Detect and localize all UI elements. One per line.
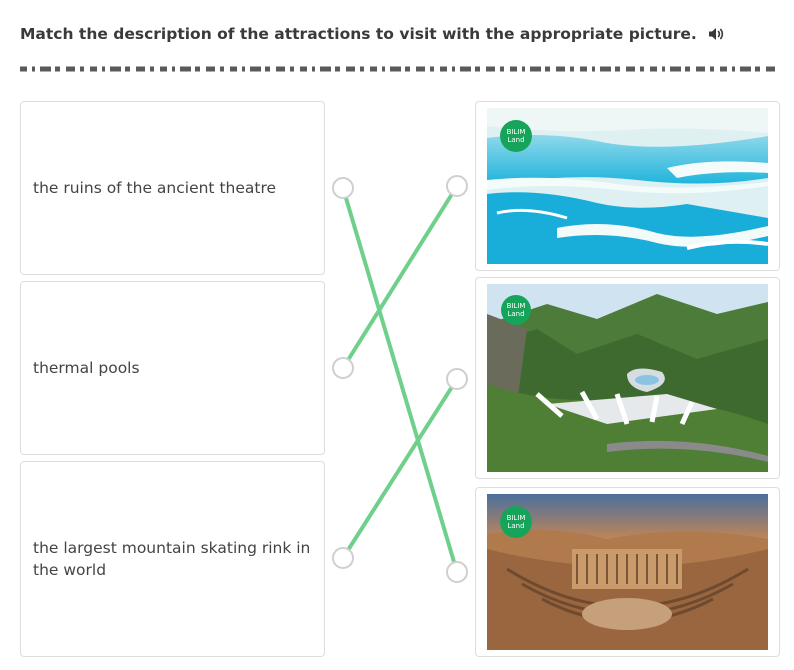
svg-text:Land: Land xyxy=(507,522,524,530)
description-card-thermal-pools[interactable]: thermal pools xyxy=(20,281,325,455)
description-label: thermal pools xyxy=(33,359,140,377)
description-card-ancient-theatre[interactable]: the ruins of the ancient theatre xyxy=(20,101,325,275)
picture-connector-dot[interactable] xyxy=(446,368,468,390)
connector-line xyxy=(341,186,459,574)
picture-card-thermal-pools[interactable]: BILIM Land xyxy=(475,101,780,271)
picture-card-skating-rink[interactable]: BILIM Land xyxy=(475,277,780,479)
description-label: the ruins of the ancient theatre xyxy=(33,179,277,197)
svg-text:BILIM: BILIM xyxy=(507,514,526,522)
svg-text:Land: Land xyxy=(507,136,524,144)
picture-connector-dot[interactable] xyxy=(446,561,468,583)
speaker-icon[interactable] xyxy=(707,25,725,43)
task-header: Match the description of the attractions… xyxy=(20,22,725,46)
svg-text:BILIM: BILIM xyxy=(507,302,526,310)
svg-text:BILIM: BILIM xyxy=(507,128,526,136)
description-connector-dot[interactable] xyxy=(332,357,354,379)
divider-dashes xyxy=(20,66,778,72)
ancient-theatre-image: BILIM Land xyxy=(487,494,768,650)
bilim-land-badge: BILIM Land xyxy=(500,120,532,152)
picture-card-ancient-theatre[interactable]: BILIM Land xyxy=(475,487,780,657)
bilim-land-badge: BILIM Land xyxy=(501,295,531,325)
thermal-pools-image: BILIM Land xyxy=(487,108,768,264)
description-connector-dot[interactable] xyxy=(332,177,354,199)
description-card-skating-rink[interactable]: the largest mountain skating rink in the… xyxy=(20,461,325,657)
connector-line xyxy=(341,184,459,370)
description-label: the largest mountain skating rink in the… xyxy=(33,539,311,579)
task-instruction: Match the description of the attractions… xyxy=(20,25,697,43)
bilim-land-badge: BILIM Land xyxy=(500,506,532,538)
skating-rink-image: BILIM Land xyxy=(487,284,768,472)
picture-connector-dot[interactable] xyxy=(446,175,468,197)
connector-line xyxy=(341,377,459,560)
description-connector-dot[interactable] xyxy=(332,547,354,569)
svg-text:Land: Land xyxy=(507,310,524,318)
